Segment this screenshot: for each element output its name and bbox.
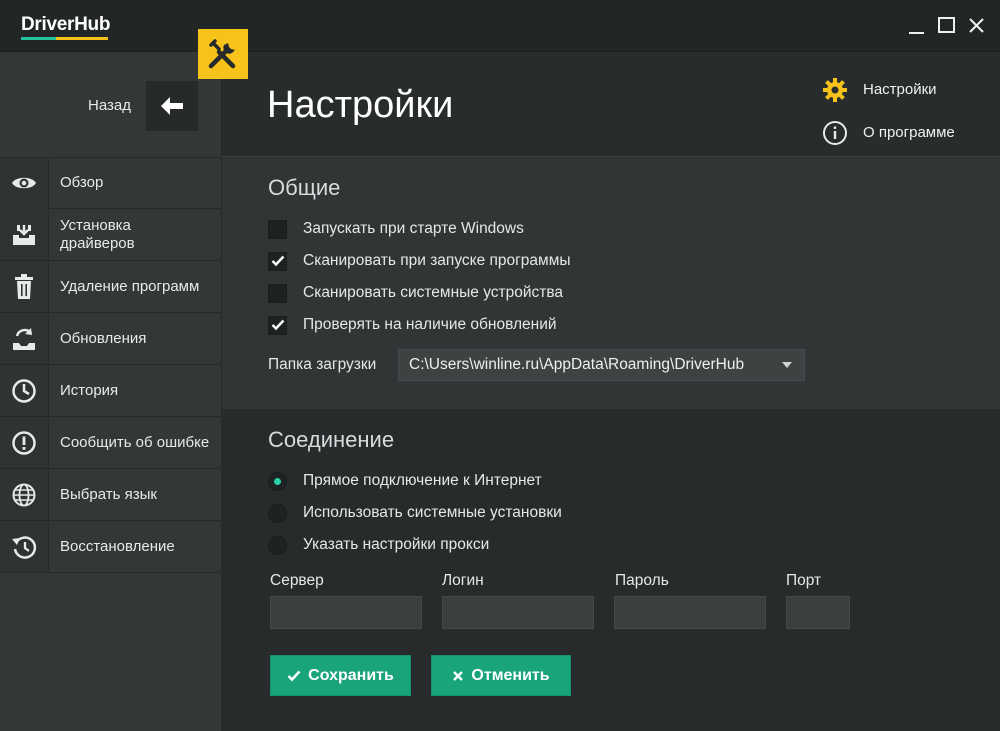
sidebar-nav: Обзор Установка драйверов Удаление прогр… bbox=[0, 157, 222, 573]
option-scan-on-start[interactable]: Сканировать при запуске программы bbox=[268, 250, 571, 272]
cancel-button[interactable]: Отменить bbox=[431, 655, 571, 696]
sidebar-item-label: Удаление программ bbox=[60, 277, 200, 295]
check-icon bbox=[287, 670, 301, 682]
download-folder-label: Папка загрузки bbox=[268, 356, 377, 373]
update-icon bbox=[0, 313, 49, 364]
server-label: Сервер bbox=[270, 572, 324, 589]
port-input[interactable] bbox=[786, 596, 850, 629]
option-label: Указать настройки прокси bbox=[303, 536, 490, 553]
sidebar-item-label: Восстановление bbox=[60, 537, 175, 555]
restore-icon bbox=[0, 521, 49, 572]
checkbox[interactable] bbox=[268, 251, 287, 271]
save-button[interactable]: Сохранить bbox=[270, 655, 411, 696]
password-input[interactable] bbox=[614, 596, 766, 629]
checkbox[interactable] bbox=[268, 315, 287, 335]
sidebar-item-overview[interactable]: Обзор bbox=[0, 157, 222, 209]
login-label: Логин bbox=[442, 572, 484, 589]
sidebar-item-install-drivers[interactable]: Установка драйверов bbox=[0, 209, 222, 261]
title-bar: DriverHub bbox=[0, 0, 1000, 52]
checkmark-icon bbox=[271, 255, 284, 267]
download-folder-select[interactable]: C:\Users\winline.ru\AppData\Roaming\Driv… bbox=[398, 349, 805, 381]
option-autostart[interactable]: Запускать при старте Windows bbox=[268, 218, 524, 240]
download-folder-value: C:\Users\winline.ru\AppData\Roaming\Driv… bbox=[409, 356, 745, 373]
sidebar-item-report-bug[interactable]: Сообщить об ошибке bbox=[0, 417, 222, 469]
sidebar-item-label: Обновления bbox=[60, 329, 147, 347]
menu-item-label: О программе bbox=[863, 124, 955, 141]
connection-section: Соединение Прямое подключение к Интернет… bbox=[222, 409, 1000, 731]
sidebar-item-label: Установка драйверов bbox=[60, 216, 135, 252]
sidebar-item-restore[interactable]: Восстановление bbox=[0, 521, 222, 573]
checkbox[interactable] bbox=[268, 219, 287, 239]
password-label: Пароль bbox=[615, 572, 669, 589]
clock-icon bbox=[0, 365, 49, 416]
option-label: Запускать при старте Windows bbox=[303, 220, 524, 237]
close-icon[interactable] bbox=[966, 14, 988, 38]
sidebar-item-label: Сообщить об ошибке bbox=[60, 433, 210, 451]
chevron-down-icon bbox=[782, 362, 792, 368]
page-header: Настройки Настройки О программе bbox=[222, 52, 1000, 157]
trash-icon bbox=[0, 261, 49, 312]
general-section: Общие Запускать при старте Windows Скани… bbox=[222, 157, 1000, 409]
sidebar-item-language[interactable]: Выбрать язык bbox=[0, 469, 222, 521]
server-input[interactable] bbox=[270, 596, 422, 629]
option-label: Проверять на наличие обновлений bbox=[303, 316, 557, 333]
alert-icon bbox=[0, 417, 49, 468]
radio-button[interactable] bbox=[268, 471, 287, 491]
install-icon bbox=[0, 209, 49, 260]
top-menu: Настройки О программе bbox=[822, 68, 955, 154]
page-title: Настройки bbox=[267, 84, 454, 126]
sidebar-item-label: Обзор bbox=[60, 174, 104, 191]
menu-item-label: Настройки bbox=[863, 81, 937, 98]
gear-icon bbox=[822, 77, 848, 103]
sidebar-item-uninstall[interactable]: Удаление программ bbox=[0, 261, 222, 313]
sidebar-item-label: Выбрать язык bbox=[60, 485, 157, 503]
maximize-icon[interactable] bbox=[936, 14, 958, 38]
option-label: Использовать системные установки bbox=[303, 504, 562, 521]
info-icon bbox=[822, 120, 848, 146]
globe-icon bbox=[0, 469, 49, 520]
menu-item-about[interactable]: О программе bbox=[822, 111, 955, 154]
back-button[interactable] bbox=[146, 81, 198, 131]
sidebar-item-history[interactable]: История bbox=[0, 365, 222, 417]
back-area: Назад bbox=[0, 52, 222, 157]
menu-item-settings[interactable]: Настройки bbox=[822, 68, 955, 111]
sidebar-item-updates[interactable]: Обновления bbox=[0, 313, 222, 365]
minimize-icon[interactable] bbox=[906, 14, 928, 38]
option-direct-connection[interactable]: Прямое подключение к Интернет bbox=[268, 470, 542, 492]
logo-underline bbox=[21, 37, 108, 40]
connection-section-title: Соединение bbox=[268, 427, 395, 452]
sidebar: Назад Обзор Установка драйверов Удаление… bbox=[0, 52, 222, 731]
port-label: Порт bbox=[786, 572, 822, 589]
save-button-label: Сохранить bbox=[308, 666, 394, 684]
arrow-left-icon bbox=[161, 97, 183, 115]
option-label: Прямое подключение к Интернет bbox=[303, 472, 542, 489]
general-section-title: Общие bbox=[268, 175, 341, 200]
login-input[interactable] bbox=[442, 596, 594, 629]
radio-selected-dot bbox=[274, 477, 281, 485]
radio-button[interactable] bbox=[268, 503, 287, 523]
radio-button[interactable] bbox=[268, 535, 287, 555]
option-scan-system-devices[interactable]: Сканировать системные устройства bbox=[268, 282, 563, 304]
option-label: Сканировать системные устройства bbox=[303, 284, 564, 301]
close-icon bbox=[452, 670, 464, 682]
back-label[interactable]: Назад bbox=[88, 97, 131, 114]
cancel-button-label: Отменить bbox=[471, 666, 550, 684]
option-label: Сканировать при запуске программы bbox=[303, 252, 571, 269]
checkmark-icon bbox=[271, 319, 284, 331]
app-logo: DriverHub bbox=[21, 14, 111, 35]
option-proxy-settings[interactable]: Указать настройки прокси bbox=[268, 534, 489, 556]
tools-icon bbox=[198, 29, 248, 79]
sidebar-item-label: История bbox=[60, 381, 119, 399]
option-system-settings[interactable]: Использовать системные установки bbox=[268, 502, 562, 524]
eye-icon bbox=[0, 157, 49, 209]
option-check-updates[interactable]: Проверять на наличие обновлений bbox=[268, 314, 557, 336]
checkbox[interactable] bbox=[268, 283, 287, 303]
